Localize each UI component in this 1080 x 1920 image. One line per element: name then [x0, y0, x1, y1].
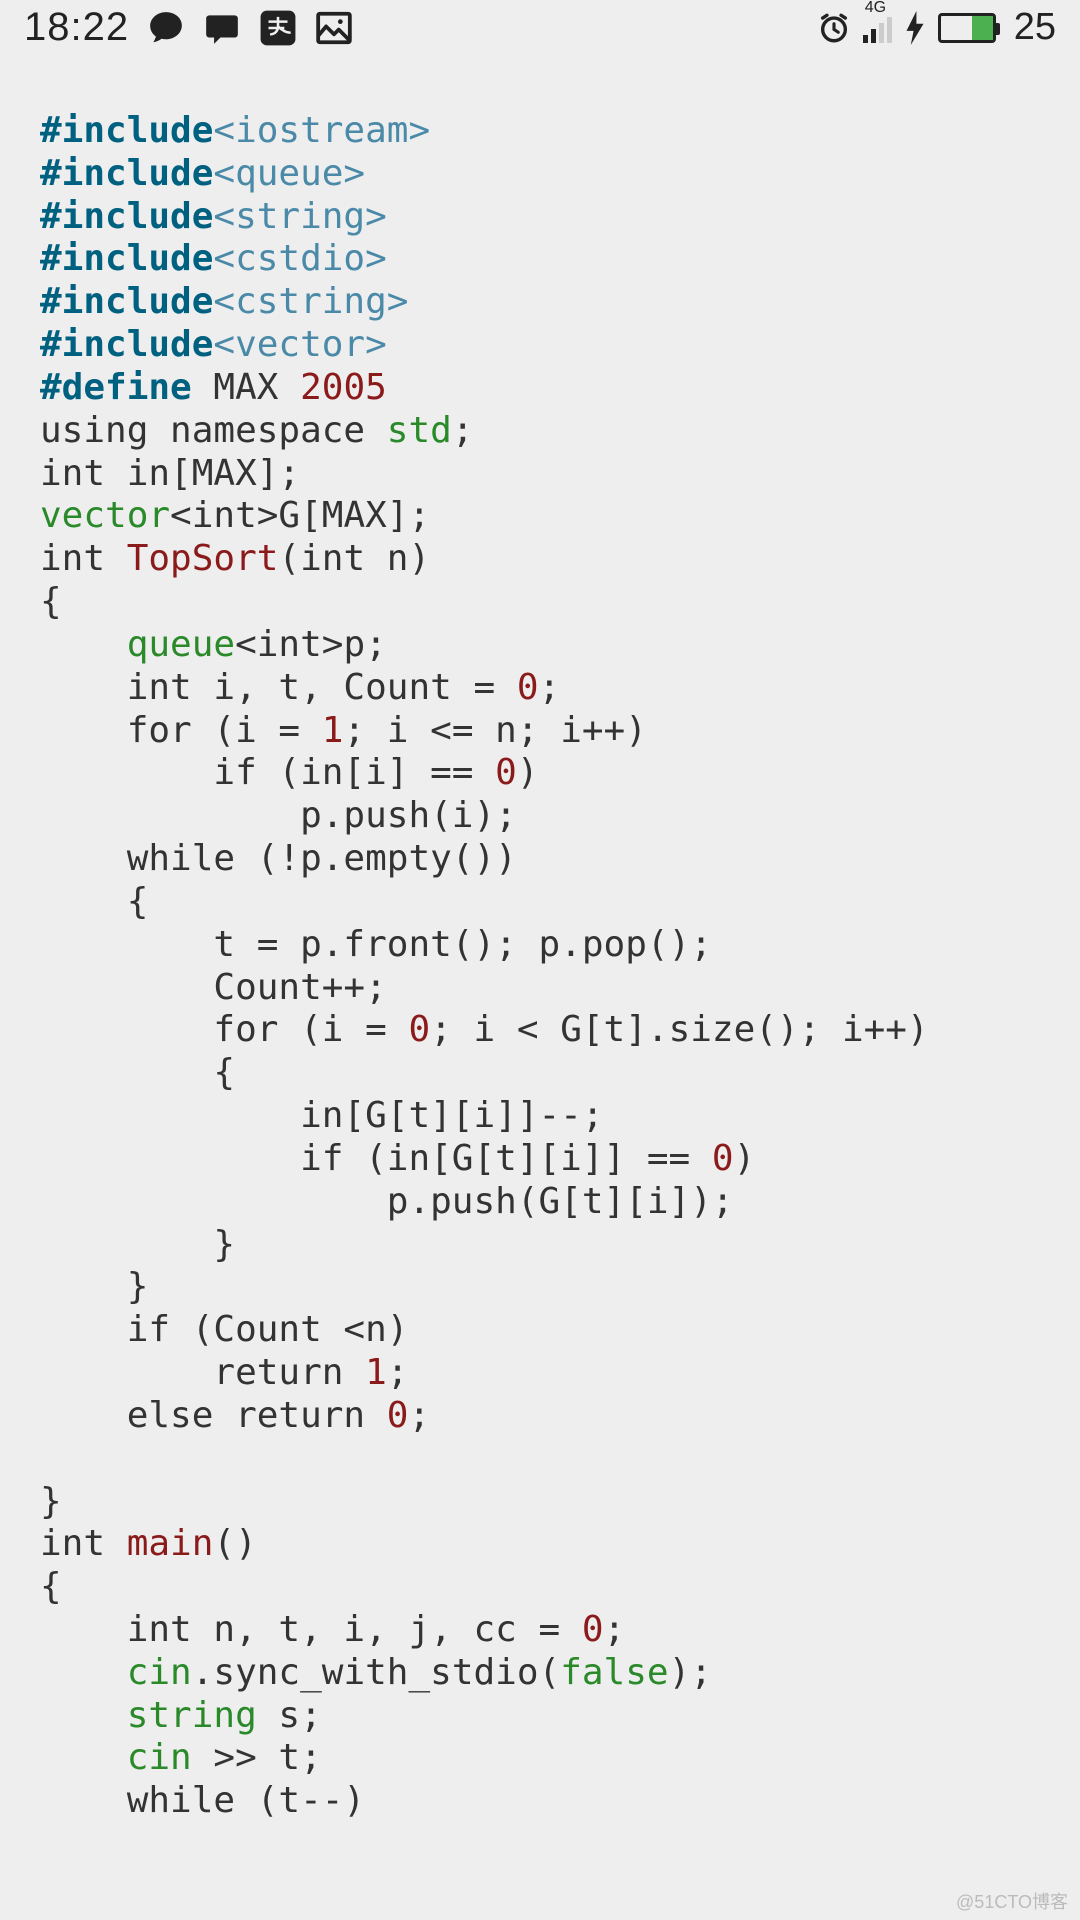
bolt-icon — [904, 11, 926, 45]
code-text: ; i <= n; i++) — [343, 710, 646, 751]
type-name: queue — [127, 624, 235, 665]
include-header: <cstdio> — [213, 238, 386, 279]
picture-icon — [315, 9, 353, 47]
type-name: vector — [40, 495, 170, 536]
code-text: for (i = — [40, 1009, 408, 1050]
include-header: <iostream> — [213, 110, 430, 151]
code-text: MAX — [192, 367, 300, 408]
alipay-icon — [259, 9, 297, 47]
code-text: } — [40, 1224, 235, 1265]
code-text: ; — [387, 1352, 409, 1393]
include-header: <string> — [213, 196, 386, 237]
include-directive: #include — [40, 281, 213, 322]
code-text: in[G[t][i]]--; — [40, 1095, 604, 1136]
type-name: cin — [127, 1652, 192, 1693]
type-name: string — [127, 1695, 257, 1736]
code-text: while (!p.empty()) — [40, 838, 517, 879]
code-text: int in[MAX]; — [40, 453, 300, 494]
bool-literal: false — [560, 1652, 668, 1693]
code-text: () — [213, 1523, 256, 1564]
type-name: cin — [127, 1737, 192, 1778]
battery-icon — [938, 13, 996, 43]
code-text: } — [40, 1481, 62, 1522]
code-text: ; i < G[t].size(); i++) — [430, 1009, 929, 1050]
number-literal: 0 — [582, 1609, 604, 1650]
code-text: if (in[G[t][i]] == — [40, 1138, 712, 1179]
code-text: ; — [604, 1609, 626, 1650]
define-directive: #define — [40, 367, 192, 408]
status-bar: 18:22 4G 25 — [0, 0, 1080, 55]
code-text: { — [40, 881, 148, 922]
battery-fill — [972, 16, 993, 40]
include-header: <queue> — [213, 153, 365, 194]
code-text: <int>G[MAX]; — [170, 495, 430, 536]
code-text: (int n) — [278, 538, 430, 579]
code-text: } — [40, 1266, 148, 1307]
chat-bubble-icon — [147, 9, 185, 47]
code-text: ); — [669, 1652, 712, 1693]
code-text: t = p.front(); p.pop(); — [40, 924, 712, 965]
function-name: TopSort — [127, 538, 279, 579]
include-directive: #include — [40, 110, 213, 151]
include-header: <cstring> — [213, 281, 408, 322]
code-text: else return — [40, 1395, 387, 1436]
include-header: <vector> — [213, 324, 386, 365]
code-text: while (t--) — [40, 1780, 365, 1821]
code-text: for (i = — [40, 710, 322, 751]
code-text — [40, 624, 127, 665]
code-text: ; — [408, 1395, 430, 1436]
watermark: @51CTO博客 — [956, 1888, 1068, 1914]
number-literal: 0 — [517, 667, 539, 708]
code-text: p.push(i); — [40, 795, 517, 836]
alarm-icon — [817, 11, 851, 45]
code-text — [40, 1737, 127, 1778]
code-text: .sync_with_stdio( — [192, 1652, 560, 1693]
number-literal: 0 — [408, 1009, 430, 1050]
message-icon — [203, 9, 241, 47]
signal-icon: 4G — [863, 13, 892, 43]
number-literal: 0 — [712, 1138, 734, 1179]
code-text: if (in[i] == — [40, 752, 495, 793]
number-literal: 1 — [322, 710, 344, 751]
code-text: int n, t, i, j, cc = — [40, 1609, 582, 1650]
code-text — [40, 1695, 127, 1736]
include-directive: #include — [40, 324, 213, 365]
code-text: >> t; — [192, 1737, 322, 1778]
code-text: { — [40, 581, 62, 622]
code-text: { — [40, 1566, 62, 1607]
code-text: <int>p; — [235, 624, 387, 665]
code-text: ) — [734, 1138, 756, 1179]
number-literal: 0 — [495, 752, 517, 793]
number-literal: 0 — [387, 1395, 409, 1436]
code-text: return — [40, 1352, 365, 1393]
network-label: 4G — [865, 0, 886, 17]
code-text: ; — [452, 410, 474, 451]
type-name: std — [387, 410, 452, 451]
code-text: { — [40, 1052, 235, 1093]
code-text: int — [40, 538, 127, 579]
code-text: int i, t, Count = — [40, 667, 517, 708]
code-text — [40, 1652, 127, 1693]
number-literal: 1 — [365, 1352, 387, 1393]
code-text: ; — [539, 667, 561, 708]
include-directive: #include — [40, 238, 213, 279]
number-literal: 2005 — [300, 367, 387, 408]
code-text: int — [40, 1523, 127, 1564]
function-name: main — [127, 1523, 214, 1564]
status-left: 18:22 — [24, 5, 353, 50]
status-right: 4G 25 — [817, 6, 1056, 49]
include-directive: #include — [40, 153, 213, 194]
clock: 18:22 — [24, 5, 129, 50]
code-text: p.push(G[t][i]); — [40, 1181, 734, 1222]
code-viewer[interactable]: #include<iostream> #include<queue> #incl… — [0, 55, 1080, 1823]
code-text: if (Count <n) — [40, 1309, 408, 1350]
battery-percent: 25 — [1014, 6, 1056, 49]
code-text: Count++; — [40, 967, 387, 1008]
code-text: s; — [257, 1695, 322, 1736]
code-text: ) — [517, 752, 539, 793]
code-text: using namespace — [40, 410, 387, 451]
include-directive: #include — [40, 196, 213, 237]
